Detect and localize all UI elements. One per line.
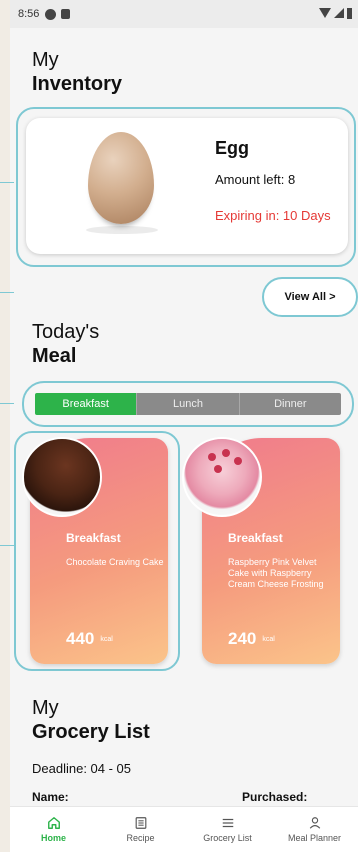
nav-home-label: Home [40,833,66,843]
storage-icon [61,9,71,19]
nav-recipe-label: Recipe [126,833,155,843]
tab-dinner[interactable]: Dinner [238,393,341,415]
meal-card-1-kcal: 440 kcal [66,629,113,649]
meal-card-1-name: Chocolate Craving Cake [66,557,164,567]
bottom-nav: Home Recipe Grocery List Meal Planner [10,806,358,852]
meal-card-2-kcal: 240 kcal [228,629,275,649]
raspberry-decoration [222,449,230,457]
signal-icon [334,8,344,18]
meal-heading: Today's Meal [32,320,99,368]
raspberry-decoration [214,465,222,473]
meal-card-2-kcal-value: 240 [228,629,257,648]
meal-card-1-type: Breakfast [66,531,121,545]
inventory-heading-line1: My [32,49,59,71]
raspberry-decoration [208,453,216,461]
grocery-col-name: Name: [32,790,69,804]
inventory-heading-line2: Inventory [32,73,123,95]
home-icon [47,817,60,829]
view-all-button[interactable]: View All > [262,277,358,317]
status-right [319,8,352,19]
nav-grocery-list-label: Grocery List [203,833,252,843]
viewall-connector [0,292,14,293]
inventory-heading: My Inventory [32,48,122,96]
recipe-icon [135,817,146,829]
inventory-item-expiring: Expiring in: 10 Days [215,208,331,223]
meal-tabs: Breakfast Lunch Dinner [35,393,341,415]
app-screen: 8:56 My Inventory Egg Amount left: 8 Exp… [0,0,358,852]
meal-card-1-kcal-unit: kcal [100,636,113,644]
nav-meal-planner[interactable]: Meal Planner [271,807,358,852]
inventory-card[interactable]: Egg Amount left: 8 Expiring in: 10 Days [26,118,348,254]
meal-connector [0,545,14,546]
person-icon [309,817,320,829]
meal-heading-line2: Meal [32,345,77,367]
tab-lunch[interactable]: Lunch [136,393,239,415]
grocery-heading-line2: Grocery List [32,721,150,743]
grocery-heading: My Grocery List [32,696,150,744]
grocery-heading-line1: My [32,697,59,719]
inventory-item-amount: Amount left: 8 [215,172,296,187]
notification-icon [45,8,57,20]
raspberry-decoration [234,457,242,465]
status-bar: 8:56 [10,0,358,28]
nav-grocery-list[interactable]: Grocery List [184,807,271,852]
grocery-deadline: Deadline: 04 - 05 [32,761,132,776]
nav-meal-planner-label: Meal Planner [287,833,342,843]
inventory-item-name: Egg [215,138,249,158]
raspberry-cake-image [182,437,262,517]
nav-recipe[interactable]: Recipe [97,807,184,852]
wifi-icon [319,8,331,18]
chocolate-cake-image [22,437,102,517]
egg-shadow [86,226,158,234]
meal-card-2-kcal-unit: kcal [262,636,275,644]
status-time: 8:56 [18,8,40,20]
meal-card-2-type: Breakfast [228,531,283,545]
battery-icon [347,8,352,19]
meal-card-2-name: Raspberry Pink Velvet Cake with Raspberr… [228,557,324,589]
inventory-connector [0,182,14,183]
nav-home[interactable]: Home [10,807,97,852]
meal-heading-line1: Today's [32,321,100,343]
egg-image [88,132,154,224]
meal-card-1-kcal-value: 440 [66,629,95,648]
tab-breakfast[interactable]: Breakfast [35,393,137,415]
list-icon [222,818,233,828]
grocery-col-purchased: Purchased: [242,790,308,804]
tabs-connector [0,403,14,404]
